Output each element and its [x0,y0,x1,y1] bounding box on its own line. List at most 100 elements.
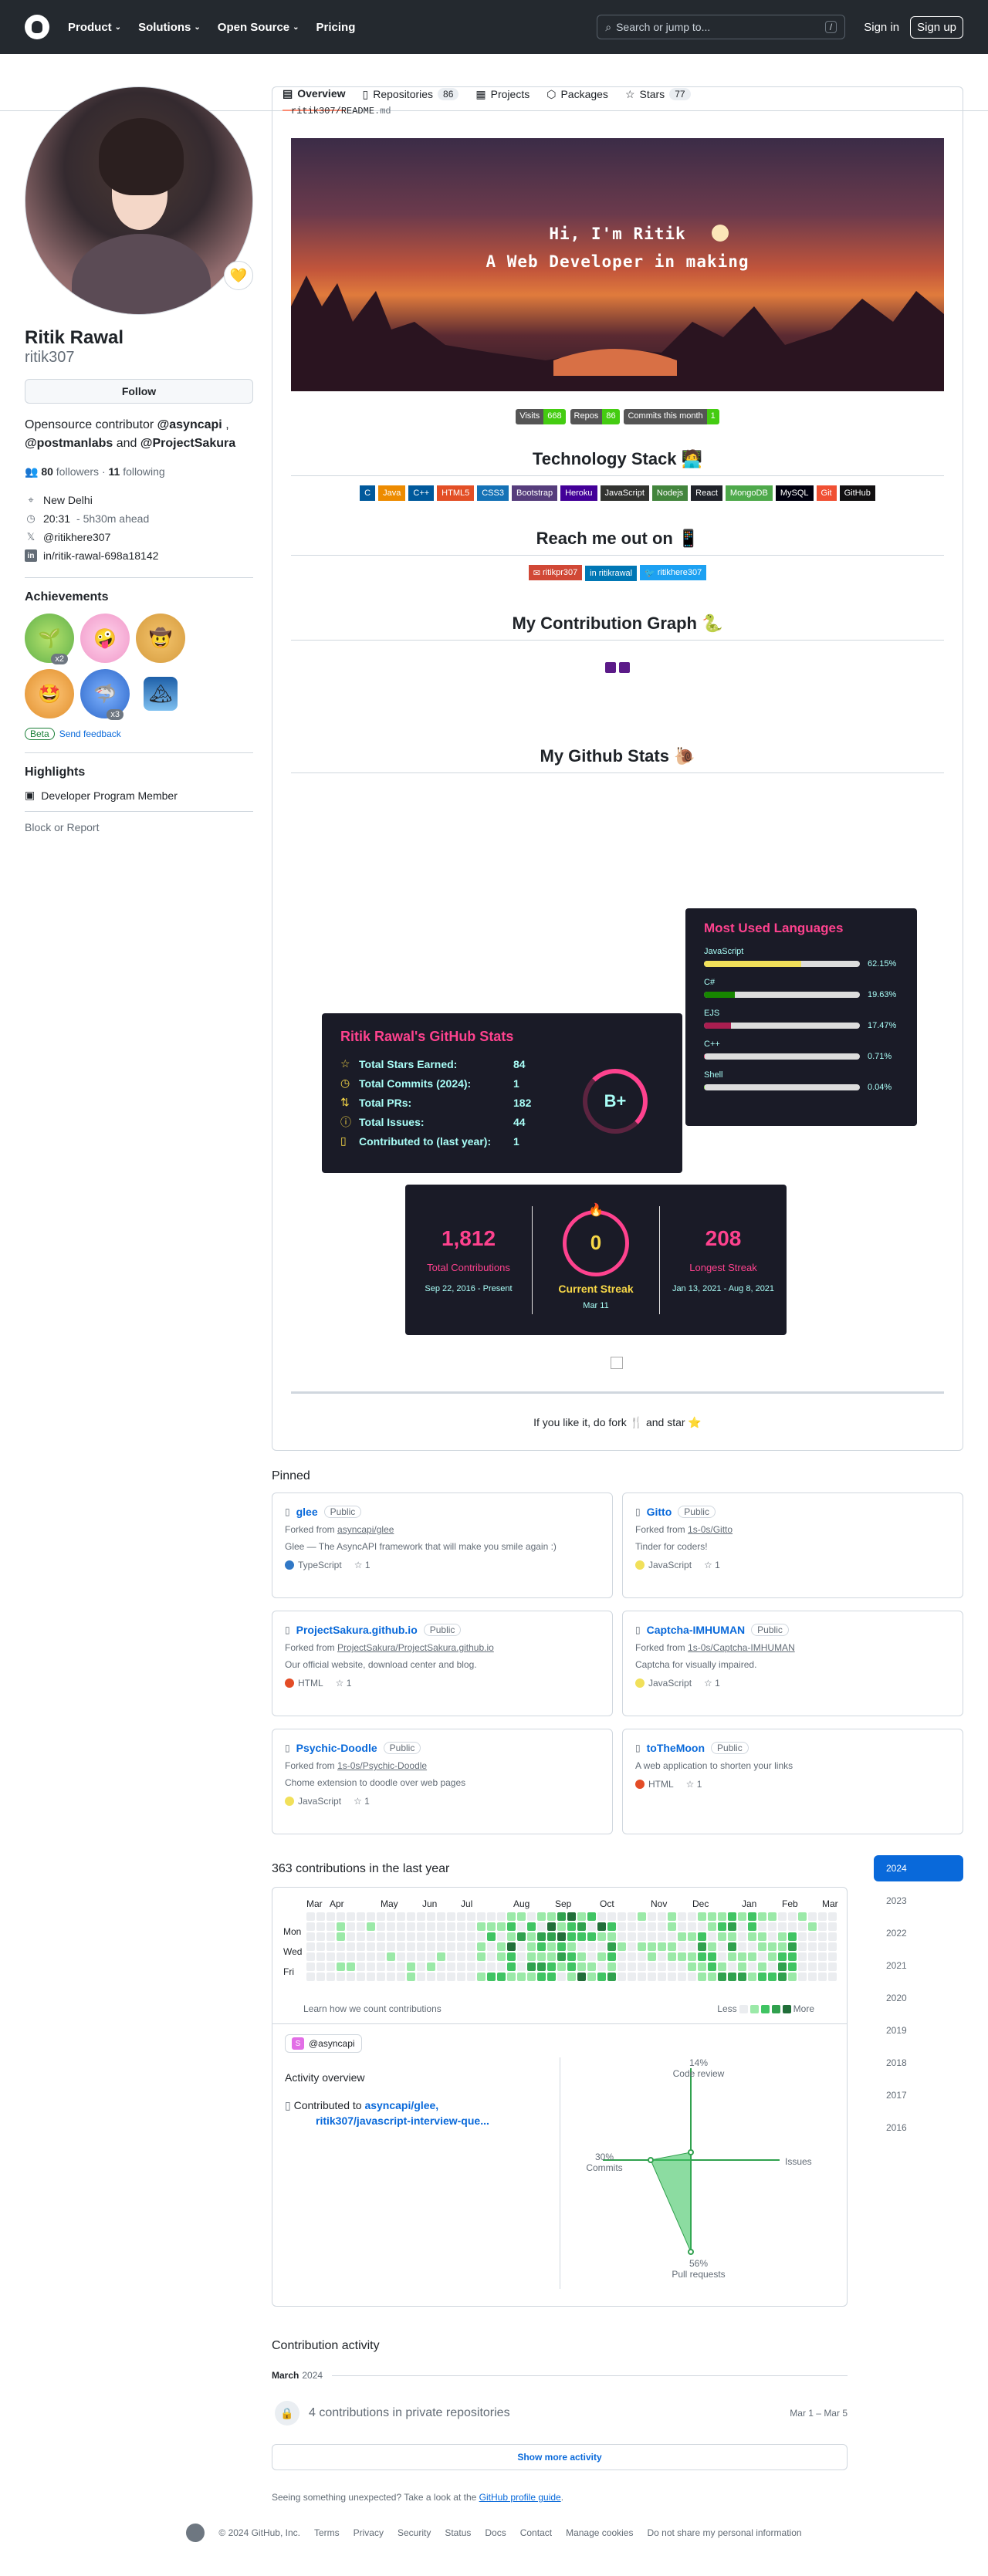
contribution-cell[interactable] [507,1973,516,1981]
contribution-cell[interactable] [678,1962,686,1971]
contribution-cell[interactable] [738,1922,746,1931]
contribution-cell[interactable] [387,1973,395,1981]
contribution-cell[interactable] [447,1912,455,1921]
contribution-cell[interactable] [407,1962,415,1971]
contribution-cell[interactable] [688,1932,696,1941]
contribution-cell[interactable] [327,1952,335,1961]
contribution-cell[interactable] [537,1942,546,1951]
contribution-cell[interactable] [587,1973,596,1981]
contribution-cell[interactable] [597,1942,606,1951]
contribution-cell[interactable] [337,1973,345,1981]
contribution-cell[interactable] [337,1932,345,1941]
contribution-cell[interactable] [377,1962,385,1971]
contribution-cell[interactable] [597,1932,606,1941]
contribution-cell[interactable] [788,1912,797,1921]
contribution-cell[interactable] [768,1942,777,1951]
contribution-cell[interactable] [397,1942,405,1951]
contribution-cell[interactable] [327,1973,335,1981]
contribution-cell[interactable] [437,1942,445,1951]
pull-shark-icon[interactable]: 🦈 x3 [80,669,130,720]
contribution-cell[interactable] [587,1952,596,1961]
contribution-cell[interactable] [306,1932,315,1941]
contribution-cell[interactable] [337,1922,345,1931]
contribution-cell[interactable] [437,1932,445,1941]
contribution-cell[interactable] [557,1942,566,1951]
contribution-cell[interactable] [577,1942,586,1951]
contribution-cell[interactable] [537,1952,546,1961]
contribution-cell[interactable] [497,1932,506,1941]
contribution-cell[interactable] [477,1942,486,1951]
pinned-repo-link[interactable]: glee [296,1506,318,1518]
contribution-cell[interactable] [618,1912,626,1921]
contribution-cell[interactable] [678,1973,686,1981]
contribution-cell[interactable] [828,1912,837,1921]
pinned-repo-link[interactable]: toTheMoon [647,1742,705,1754]
bio-org-asyncapi[interactable]: @asyncapi [157,418,222,431]
contribution-cell[interactable] [306,1952,315,1961]
year-link[interactable]: 2020 [874,1985,963,2011]
contribution-cell[interactable] [678,1952,686,1961]
contribution-cell[interactable] [618,1962,626,1971]
contribution-cell[interactable] [387,1952,395,1961]
contribution-cell[interactable] [628,1932,636,1941]
contribution-cell[interactable] [718,1942,726,1951]
contribution-cell[interactable] [808,1962,817,1971]
pair-extraordinaire-icon[interactable]: 🌱 x2 [25,614,74,664]
contribution-cell[interactable] [477,1962,486,1971]
footer-link[interactable]: Do not share my personal information [647,2527,801,2538]
contribution-cell[interactable] [527,1952,536,1961]
contribution-cell[interactable] [487,1912,496,1921]
contribution-cell[interactable] [818,1932,827,1941]
contribution-cell[interactable] [557,1922,566,1931]
contribution-cell[interactable] [316,1962,325,1971]
contribution-cell[interactable] [457,1952,465,1961]
contribution-cell[interactable] [527,1922,536,1931]
contribution-cell[interactable] [517,1952,526,1961]
contribution-cell[interactable] [306,1922,315,1931]
contribution-cell[interactable] [648,1962,656,1971]
contribution-cell[interactable] [587,1932,596,1941]
contribution-cell[interactable] [437,1962,445,1971]
contribution-cell[interactable] [447,1952,455,1961]
contribution-cell[interactable] [316,1942,325,1951]
contribution-cell[interactable] [748,1922,756,1931]
contribution-cell[interactable] [507,1912,516,1921]
contribution-cell[interactable] [497,1973,506,1981]
contribution-cell[interactable] [628,1912,636,1921]
contribution-cell[interactable] [367,1952,375,1961]
avatar[interactable] [25,86,253,315]
contribution-cell[interactable] [708,1973,716,1981]
contribution-cell[interactable] [417,1942,425,1951]
contribution-cell[interactable] [688,1973,696,1981]
contribution-cell[interactable] [738,1942,746,1951]
contribution-cell[interactable] [487,1952,496,1961]
contribution-cell[interactable] [447,1942,455,1951]
contribution-cell[interactable] [658,1932,666,1941]
contribution-cell[interactable] [818,1973,827,1981]
contribution-cell[interactable] [768,1922,777,1931]
contribution-cell[interactable] [347,1912,355,1921]
contribution-cell[interactable] [417,1932,425,1941]
contribution-cell[interactable] [758,1932,766,1941]
contribution-cell[interactable] [447,1962,455,1971]
profile-guide-link[interactable]: GitHub profile guide [479,2492,561,2503]
contribution-cell[interactable] [728,1912,736,1921]
contribution-cell[interactable] [537,1922,546,1931]
contribution-cell[interactable] [367,1973,375,1981]
contribution-cell[interactable] [567,1922,576,1931]
contribution-cell[interactable] [758,1952,766,1961]
footer-link[interactable]: Privacy [354,2527,384,2538]
contribution-cell[interactable] [587,1962,596,1971]
contribution-cell[interactable] [778,1962,787,1971]
contribution-cell[interactable] [387,1912,395,1921]
contribution-cell[interactable] [618,1932,626,1941]
contribution-cell[interactable] [698,1952,706,1961]
contribution-cell[interactable] [457,1973,465,1981]
contribution-cell[interactable] [587,1922,596,1931]
contribution-cell[interactable] [467,1973,475,1981]
contribution-cell[interactable] [688,1952,696,1961]
contribution-cell[interactable] [648,1952,656,1961]
footer-link[interactable]: Contact [520,2527,552,2538]
contribution-cell[interactable] [728,1973,736,1981]
contribution-cell[interactable] [517,1942,526,1951]
